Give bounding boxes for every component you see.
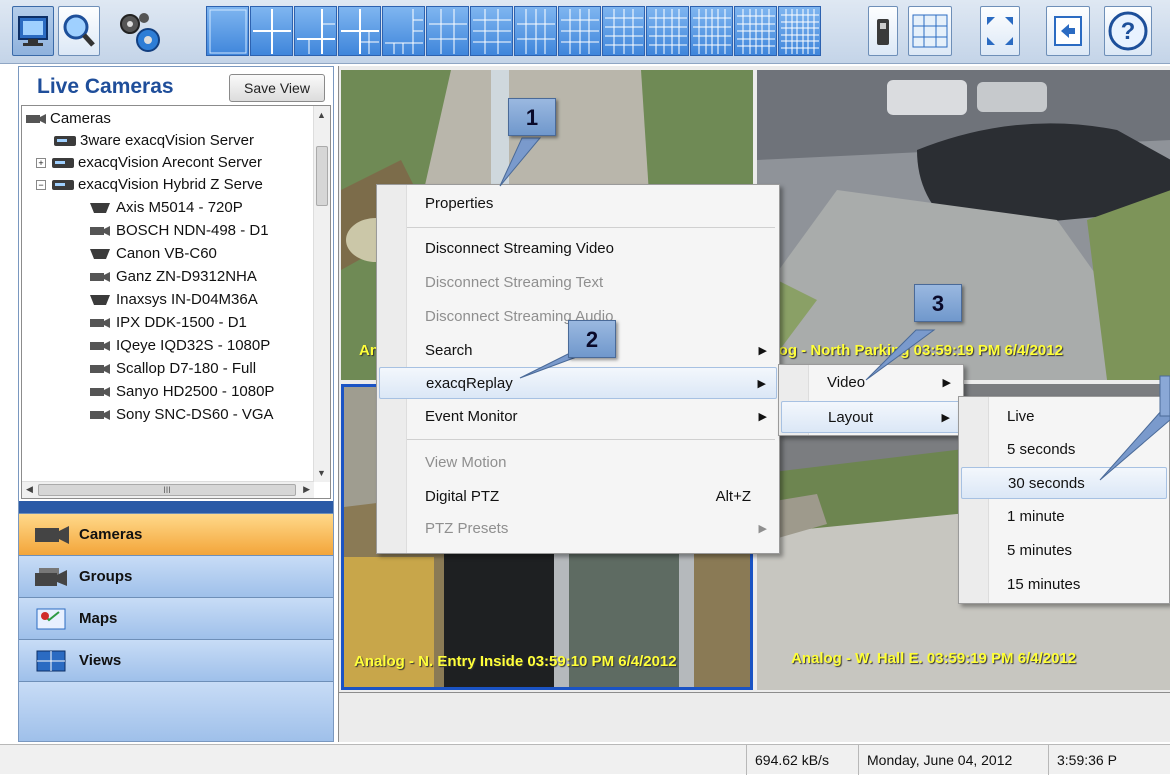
status-bitrate: 694.62 kB/s — [746, 745, 854, 775]
callout-3: 3 — [914, 284, 962, 322]
status-bar: 694.62 kB/s Monday, June 04, 2012 3:59:3… — [0, 744, 1170, 775]
callout-pointer — [499, 137, 542, 187]
callout-box-cutoff — [1159, 375, 1170, 417]
callout-pointers — [499, 137, 1170, 481]
callout-pointer — [865, 329, 936, 381]
callout-2: 2 — [568, 320, 616, 358]
callout-1: 1 — [508, 98, 556, 136]
status-time: 3:59:36 P — [1048, 745, 1170, 775]
status-date: Monday, June 04, 2012 — [858, 745, 1048, 775]
